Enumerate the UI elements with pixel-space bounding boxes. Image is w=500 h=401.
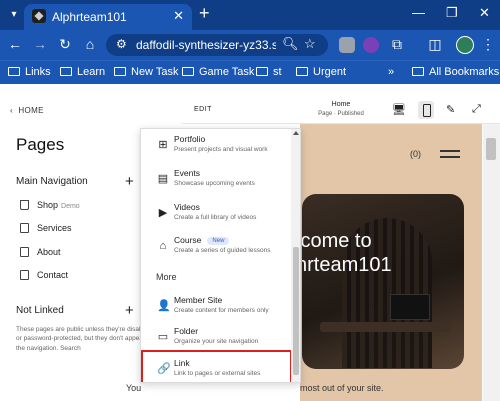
grid-icon: ⊞ xyxy=(158,139,168,151)
expand-icon[interactable]: ⤢ xyxy=(472,103,481,116)
hero-speaker xyxy=(390,294,430,320)
bookmark-folder[interactable]: Links xyxy=(8,66,51,78)
tab-strip: ▾ Alphrteam101 ✕ + — ❐ ✕ xyxy=(0,0,500,30)
add-unlinked-page-button[interactable]: + xyxy=(125,303,134,318)
folder-icon xyxy=(114,67,126,76)
not-linked-heading: Not Linked xyxy=(16,305,64,316)
zoom-search-icon[interactable]: 🔍︎ xyxy=(282,36,299,52)
tab-title: Alphrteam101 xyxy=(52,10,127,24)
page-icon xyxy=(20,270,29,280)
preview-scroll-thumb[interactable] xyxy=(486,138,496,160)
page-icon xyxy=(20,223,29,233)
page-icon xyxy=(20,247,29,257)
dropdown-scroll-thumb[interactable] xyxy=(293,247,299,375)
pages-title: Pages xyxy=(16,135,65,154)
home-back-link[interactable]: ‹ HOME xyxy=(10,106,44,115)
browser-toolbar: ← → ↻ ⌂ ⚙ daffodil-synthesizer-yz33.squ.… xyxy=(0,30,500,60)
option-events[interactable]: ▤ Events Showcase upcoming events xyxy=(141,165,291,195)
side-panel-icon[interactable]: ◫ xyxy=(426,36,444,52)
bookmark-folder[interactable]: Game Task xyxy=(182,66,254,78)
option-portfolio[interactable]: ⊞ Portfolio Present projects and visual … xyxy=(141,131,291,161)
not-linked-note: These pages are public unless they're di… xyxy=(16,326,153,352)
hero-table xyxy=(320,322,450,332)
option-member-site[interactable]: 👤 Member Site Create content for members… xyxy=(141,292,291,322)
more-heading: More xyxy=(156,272,177,282)
footer-text-left: You xyxy=(126,383,142,393)
new-tab-button[interactable]: + xyxy=(199,4,210,22)
bookmark-folder[interactable]: st xyxy=(256,66,282,78)
all-bookmarks-button[interactable]: All Bookmarks xyxy=(412,66,499,78)
extension-icon[interactable] xyxy=(363,37,379,53)
cart-icon xyxy=(20,200,29,210)
hero-image: lcome to hrteam101 xyxy=(302,194,464,369)
tab-close-icon[interactable]: ✕ xyxy=(173,8,184,24)
bookmark-folder[interactable]: Urgent xyxy=(296,66,346,78)
close-window-button[interactable]: ✕ xyxy=(479,5,490,21)
folder-icon xyxy=(412,67,424,76)
desktop-view-icon[interactable]: 🖥︎ xyxy=(392,103,406,116)
site-info-icon[interactable]: ⚙ xyxy=(116,37,127,51)
folder-icon: ▭ xyxy=(157,331,169,343)
nav-item-contact[interactable]: Contact xyxy=(20,270,68,280)
hamburger-menu-icon[interactable] xyxy=(440,150,460,152)
minimize-button[interactable]: — xyxy=(412,5,425,20)
forward-arrow-icon[interactable]: → xyxy=(31,36,49,52)
new-badge: New xyxy=(207,237,230,245)
editor-bar: EDIT Home Page · Published 🖥︎ ✎ ⤢ xyxy=(182,96,500,124)
hamburger-menu-icon[interactable] xyxy=(440,156,460,158)
add-page-button[interactable]: + xyxy=(125,174,134,189)
add-page-dropdown: ⊞ Portfolio Present projects and visual … xyxy=(140,128,301,383)
folder-icon xyxy=(60,67,72,76)
hero-heading-line2: hrteam101 xyxy=(302,254,392,276)
nav-item-services[interactable]: Services xyxy=(20,223,72,233)
bookmark-star-icon[interactable]: ☆ xyxy=(304,36,316,52)
bookmark-folder[interactable]: Learn xyxy=(60,66,105,78)
option-folder[interactable]: ▭ Folder Organize your site navigation xyxy=(141,323,291,353)
reload-icon[interactable]: ↻ xyxy=(56,36,74,52)
page-content: ‹ HOME Pages Main Navigation + Shop Demo … xyxy=(0,84,500,401)
calendar-icon: ▤ xyxy=(157,173,169,185)
active-tab[interactable]: Alphrteam101 ✕ xyxy=(24,4,192,30)
nav-item-shop[interactable]: Shop Demo xyxy=(20,200,80,210)
video-icon: ▶ xyxy=(158,207,168,219)
nav-item-about[interactable]: About xyxy=(20,247,61,257)
folder-icon xyxy=(296,67,308,76)
profile-avatar[interactable] xyxy=(456,36,474,54)
scroll-up-arrow-icon[interactable] xyxy=(293,131,299,135)
restore-button[interactable]: ❐ xyxy=(446,5,458,21)
folder-icon xyxy=(182,67,194,76)
tab-search-icon[interactable]: ▾ xyxy=(6,7,22,23)
site-preview[interactable]: (0) lcome to hrteam101 xyxy=(300,124,482,401)
cart-count[interactable]: (0) xyxy=(410,149,421,159)
bookmarks-bar: Links Learn New Task Game Task st Urgent… xyxy=(0,60,500,84)
bookmarks-overflow-button[interactable]: » xyxy=(388,66,394,78)
home-icon[interactable]: ⌂ xyxy=(81,36,99,52)
footer-text-right: most out of your site. xyxy=(300,383,384,393)
option-course[interactable]: ⌂ Course New Create a series of guided le… xyxy=(141,232,291,262)
url-text[interactable]: daffodil-synthesizer-yz33.squ... xyxy=(136,38,276,52)
preview-scrollbar[interactable] xyxy=(483,124,500,401)
option-videos[interactable]: ▶ Videos Create a full library of videos xyxy=(141,199,291,229)
main-navigation-heading: Main Navigation xyxy=(16,176,88,187)
member-icon: 👤 xyxy=(157,300,171,312)
folder-icon xyxy=(256,67,268,76)
chrome-menu-icon[interactable]: ⋮ xyxy=(479,36,497,52)
extensions-puzzle-icon[interactable]: ⧉ xyxy=(388,36,406,52)
course-icon: ⌂ xyxy=(159,240,167,252)
site-favicon-icon xyxy=(32,9,46,23)
extension-icon[interactable] xyxy=(339,37,355,53)
mobile-view-icon[interactable] xyxy=(418,101,434,119)
link-option-highlight xyxy=(141,350,292,382)
design-brush-icon[interactable]: ✎ xyxy=(446,103,455,116)
folder-icon xyxy=(8,67,20,76)
address-bar[interactable]: ⚙ daffodil-synthesizer-yz33.squ... 🔍︎ ☆ xyxy=(106,34,328,56)
back-arrow-icon[interactable]: ← xyxy=(6,36,24,52)
hero-heading-line1: lcome to xyxy=(302,230,372,252)
bookmark-folder[interactable]: New Task xyxy=(114,66,178,78)
